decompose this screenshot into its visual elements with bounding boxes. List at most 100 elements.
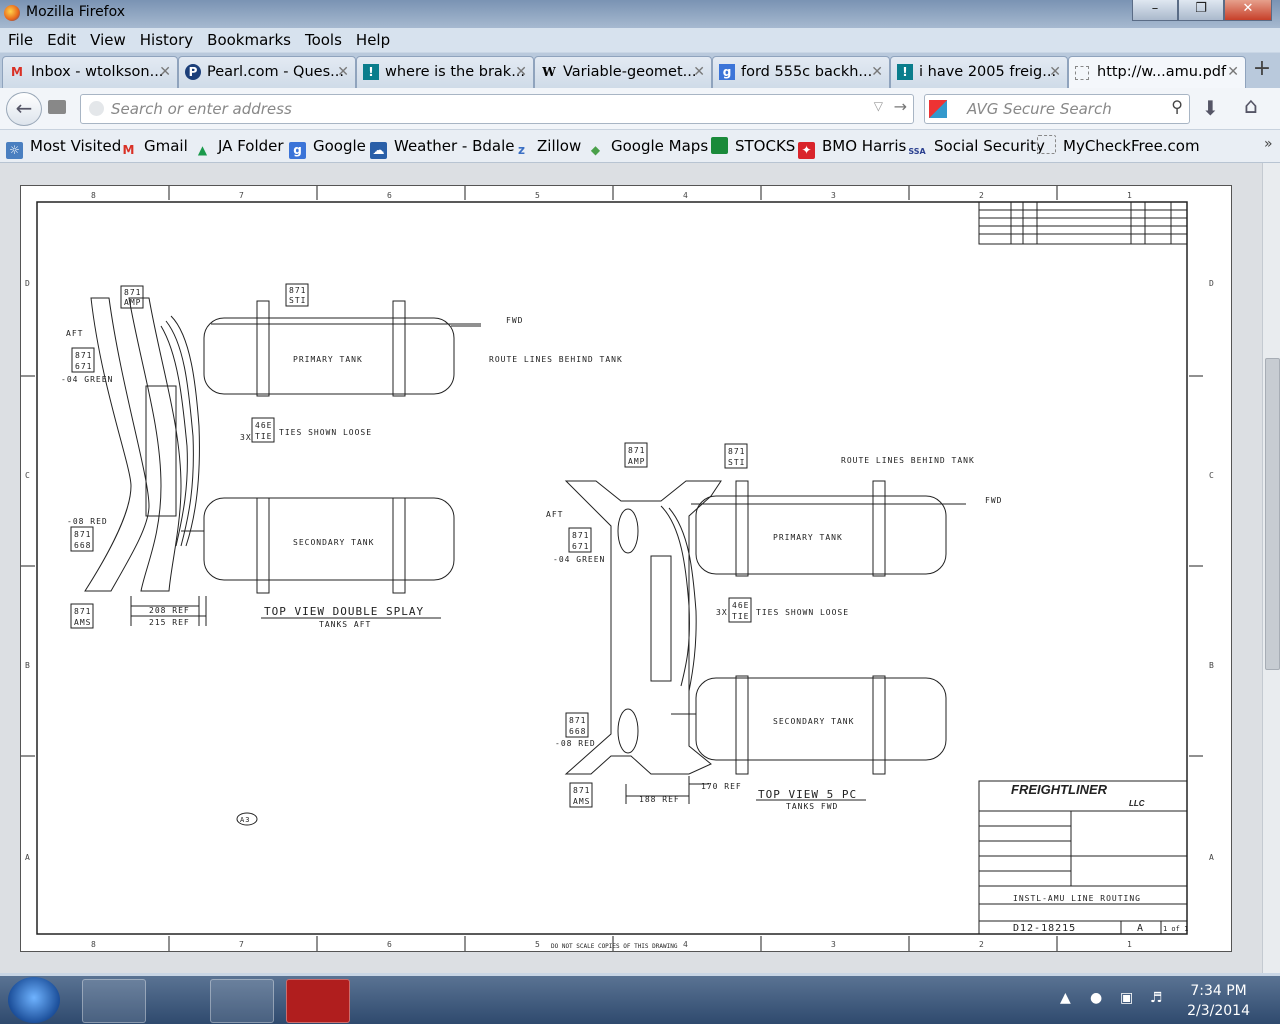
col-label: 2 <box>979 191 985 200</box>
site-identity-icon[interactable] <box>48 100 66 114</box>
show-hidden-icons[interactable]: ▲ <box>1060 990 1071 1006</box>
download-icon[interactable]: ⬇ <box>1202 96 1219 120</box>
tab-close-icon[interactable]: ✕ <box>1049 57 1061 87</box>
volume-icon[interactable]: ♬ <box>1150 990 1163 1006</box>
tab-brake[interactable]: ! where is the brak... ✕ <box>356 56 534 88</box>
tag-amp: AMP <box>124 298 141 307</box>
tab-freightliner[interactable]: ! i have 2005 freig... ✕ <box>890 56 1068 88</box>
a3-marker: A3 <box>240 816 250 824</box>
menu-tools[interactable]: Tools <box>298 28 349 52</box>
tab-ford[interactable]: g ford 555c backh... ✕ <box>712 56 890 88</box>
menu-bar: File Edit View History Bookmarks Tools Help <box>0 28 1280 52</box>
tab-close-icon[interactable]: ✕ <box>159 57 171 87</box>
taskbar-clock[interactable]: 7:34 PM 2/3/2014 <box>1187 981 1250 1021</box>
search-input[interactable]: AVG Secure Search <box>967 95 1112 123</box>
history-dropdown-icon[interactable]: ▽ <box>874 99 883 113</box>
blank-page-icon <box>1075 66 1089 80</box>
ref-208: 208 REF <box>149 606 190 615</box>
menu-file[interactable]: File <box>1 28 40 52</box>
bookmark-zillow[interactable]: z Zillow <box>513 130 581 162</box>
menu-help[interactable]: Help <box>349 28 397 52</box>
clock-time: 7:34 PM <box>1190 983 1247 999</box>
tab-close-icon[interactable]: ✕ <box>337 57 349 87</box>
minimize-button[interactable]: – <box>1132 0 1178 21</box>
secondary-tank-label: SECONDARY TANK <box>773 717 854 726</box>
menu-history[interactable]: History <box>133 28 200 52</box>
maximize-button[interactable]: ❐ <box>1178 0 1224 21</box>
tray-app-icon[interactable]: ● <box>1090 990 1102 1006</box>
col-label: 8 <box>91 940 97 949</box>
firefox-logo-icon <box>4 5 20 21</box>
search-bar[interactable]: AVG Secure Search ⚲ <box>924 94 1190 124</box>
go-arrow-icon[interactable]: → <box>894 97 907 116</box>
tab-pearl[interactable]: P Pearl.com - Ques... ✕ <box>178 56 356 88</box>
address-input[interactable]: Search or enter address <box>111 95 292 123</box>
tab-label: http://w...amu.pdf <box>1097 64 1227 80</box>
left-view-subtitle: TANKS AFT <box>319 620 371 629</box>
drawing-sheet-count: 1 of 1 <box>1163 925 1188 933</box>
bookmark-label: JA Folder <box>218 137 284 155</box>
green-line-label: -04 GREEN <box>61 375 113 384</box>
network-icon[interactable]: ▣ <box>1120 990 1133 1006</box>
bookmark-social-security[interactable]: SSA Social Security <box>907 130 1045 162</box>
bookmark-gmail[interactable]: M Gmail <box>120 130 188 162</box>
tag-871: 871 <box>573 786 590 795</box>
tab-close-icon[interactable]: ✕ <box>1227 57 1239 87</box>
tab-label: Inbox - wtolkson... <box>31 64 164 80</box>
tab-pdf[interactable]: http://w...amu.pdf ✕ <box>1068 56 1246 88</box>
bookmarks-overflow-icon[interactable]: » <box>1264 136 1273 152</box>
menu-bookmarks[interactable]: Bookmarks <box>200 28 298 52</box>
tab-close-icon[interactable]: ✕ <box>693 57 705 87</box>
ref-215: 215 REF <box>149 618 190 627</box>
col-label: 7 <box>239 940 245 949</box>
adobe-reader-taskbar-icon[interactable] <box>286 979 350 1023</box>
tab-label: Variable-geomet... <box>563 64 697 80</box>
avg-search-engine-icon[interactable] <box>929 100 947 118</box>
bookmark-google-maps[interactable]: ◆ Google Maps <box>587 130 708 162</box>
home-icon[interactable]: ⌂ <box>1244 94 1258 119</box>
close-button[interactable]: ✕ <box>1224 0 1272 21</box>
drawing-rev: A <box>1137 923 1143 934</box>
address-bar[interactable]: Search or enter address ▽ → <box>80 94 914 124</box>
bookmark-ja-folder[interactable]: ▲ JA Folder <box>194 130 284 162</box>
back-button[interactable]: ← <box>6 92 42 126</box>
bookmark-stocks[interactable]: STOCKS <box>711 130 795 162</box>
wikipedia-icon: W <box>542 65 556 79</box>
bookmark-label: Gmail <box>144 137 188 155</box>
green-line-label: -04 GREEN <box>553 555 605 564</box>
search-icon[interactable]: ⚲ <box>1171 97 1183 116</box>
aft-label: AFT <box>66 329 83 338</box>
bookmark-google[interactable]: g Google <box>289 130 366 162</box>
new-tab-button[interactable]: + <box>1248 56 1276 84</box>
bookmark-bmo-harris[interactable]: ✦ BMO Harris <box>798 130 906 162</box>
bookmark-mycheckfree[interactable]: MyCheckFree.com <box>1037 130 1200 162</box>
menu-edit[interactable]: Edit <box>40 28 83 52</box>
menu-view[interactable]: View <box>83 28 133 52</box>
tag-668: 668 <box>569 727 586 736</box>
firefox-taskbar-icon[interactable] <box>210 979 274 1023</box>
taskbar: ▲ ● ▣ ♬ 7:34 PM 2/3/2014 <box>0 976 1280 1024</box>
tab-wikipedia[interactable]: W Variable-geomet... ✕ <box>534 56 712 88</box>
freightliner-llc: LLC <box>1129 799 1145 808</box>
bookmark-label: BMO Harris <box>822 137 907 155</box>
explorer-taskbar-icon[interactable] <box>82 979 146 1023</box>
weather-icon: ☁ <box>370 142 387 159</box>
bookmark-most-visited[interactable]: ☼ Most Visited <box>6 130 121 162</box>
col-label: 1 <box>1127 191 1133 200</box>
tab-close-icon[interactable]: ✕ <box>515 57 527 87</box>
red-line-label: -08 RED <box>555 739 596 748</box>
bookmark-weather[interactable]: ☁ Weather - Bdale <box>370 130 515 162</box>
col-label: 4 <box>683 191 689 200</box>
tab-label: Pearl.com - Ques... <box>207 64 344 80</box>
tab-inbox[interactable]: M Inbox - wtolkson... ✕ <box>2 56 178 88</box>
col-label: 6 <box>387 191 393 200</box>
start-button[interactable] <box>8 977 60 1023</box>
red-line-label: -08 RED <box>67 517 108 526</box>
tab-close-icon[interactable]: ✕ <box>871 57 883 87</box>
paint-taskbar-icon[interactable] <box>146 979 210 1023</box>
row-label: A <box>25 853 31 862</box>
scrollbar-thumb[interactable] <box>1265 358 1280 670</box>
vertical-scrollbar[interactable] <box>1262 163 1280 973</box>
tab-strip: M Inbox - wtolkson... ✕ P Pearl.com - Qu… <box>0 53 1280 88</box>
most-visited-icon: ☼ <box>6 142 23 159</box>
